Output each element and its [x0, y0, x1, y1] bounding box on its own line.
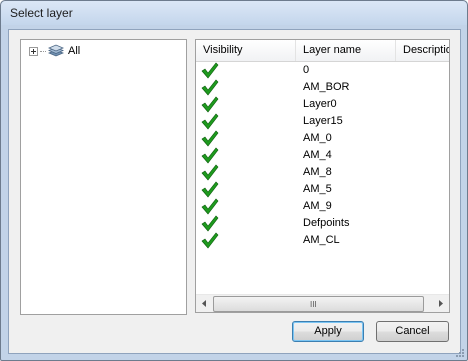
column-layer-name[interactable]: Layer name — [296, 40, 396, 61]
layer-name: Layer15 — [303, 115, 343, 127]
horizontal-scrollbar[interactable]: III — [196, 294, 449, 312]
layer-name: AM_4 — [303, 149, 332, 161]
layer-name: AM_9 — [303, 200, 332, 212]
dialog-body: All Visibility Layer name Description 0 A… — [8, 29, 461, 354]
scrollbar-thumb[interactable]: III — [213, 296, 424, 312]
table-row[interactable]: AM_4 — [196, 147, 449, 164]
checkmark-icon[interactable] — [201, 130, 219, 147]
checkmark-icon[interactable] — [201, 96, 219, 113]
tree-connector — [40, 50, 46, 52]
table-row[interactable]: 0 — [196, 62, 449, 79]
table-row[interactable]: Layer0 — [196, 96, 449, 113]
layer-name: 0 — [303, 64, 310, 76]
layer-name: Layer0 — [303, 98, 337, 110]
cancel-button[interactable]: Cancel — [376, 321, 449, 342]
table-row[interactable]: Defpoints — [196, 215, 449, 232]
title-bar[interactable]: Select layer — [1, 1, 467, 25]
checkmark-icon[interactable] — [201, 198, 219, 215]
layer-name: Defpoints — [303, 217, 350, 229]
select-layer-dialog: Select layer All Visibility Layer name D… — [0, 0, 468, 361]
column-description[interactable]: Description — [396, 40, 449, 61]
resize-grip-icon[interactable] — [455, 348, 465, 358]
column-visibility[interactable]: Visibility — [196, 40, 296, 61]
checkmark-icon[interactable] — [201, 79, 219, 96]
scroll-right-icon[interactable] — [432, 295, 449, 312]
scrollbar-grip: III — [310, 300, 317, 309]
checkmark-icon[interactable] — [201, 147, 219, 164]
layers-icon — [47, 44, 65, 57]
tree-item-label: All — [68, 45, 81, 57]
plus-box-icon[interactable] — [29, 46, 38, 56]
layer-tree[interactable]: All — [20, 39, 187, 315]
layer-name: AM_5 — [303, 183, 332, 195]
apply-button[interactable]: Apply — [292, 321, 364, 342]
table-row[interactable]: AM_5 — [196, 181, 449, 198]
table-row[interactable]: AM_8 — [196, 164, 449, 181]
checkmark-icon[interactable] — [201, 62, 219, 79]
layer-name: AM_BOR — [303, 81, 350, 93]
table-row[interactable]: AM_BOR — [196, 79, 449, 96]
layer-name: AM_CL — [303, 234, 340, 246]
checkmark-icon[interactable] — [201, 232, 219, 249]
table-row[interactable]: AM_CL — [196, 232, 449, 249]
scroll-left-icon[interactable] — [196, 295, 213, 312]
table-row[interactable]: AM_0 — [196, 130, 449, 147]
checkmark-icon[interactable] — [201, 215, 219, 232]
layer-list[interactable]: Visibility Layer name Description 0 AM_BO… — [195, 39, 450, 313]
tree-item-all[interactable]: All — [29, 43, 80, 59]
checkmark-icon[interactable] — [201, 164, 219, 181]
dialog-title: Select layer — [10, 6, 73, 20]
table-row[interactable]: Layer15 — [196, 113, 449, 130]
layer-name: AM_0 — [303, 132, 332, 144]
checkmark-icon[interactable] — [201, 181, 219, 198]
layer-name: AM_8 — [303, 166, 332, 178]
list-header: Visibility Layer name Description — [196, 40, 449, 62]
table-row[interactable]: AM_9 — [196, 198, 449, 215]
checkmark-icon[interactable] — [201, 113, 219, 130]
